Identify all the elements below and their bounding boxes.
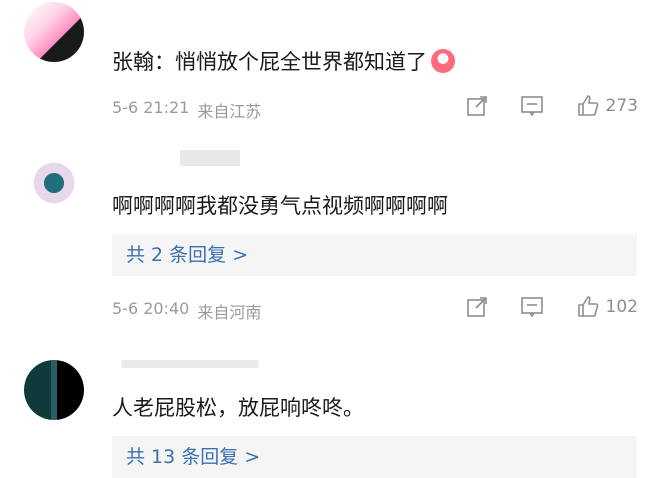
avatar[interactable] xyxy=(24,150,84,210)
view-replies-link[interactable]: 共 2 条回复 > xyxy=(112,234,637,276)
comment-location: 来自江苏 xyxy=(197,102,262,121)
laughing-crying-emoji-icon xyxy=(431,49,455,73)
comment-date: 5-6 20:40 xyxy=(112,299,190,318)
comment-actions: 273 xyxy=(466,94,638,118)
comment-text: 人老屁股松，放屁响咚咚。 xyxy=(112,396,364,420)
comment-icon xyxy=(520,95,544,117)
view-replies-link[interactable]: 共 13 条回复 > xyxy=(112,436,637,478)
share-icon xyxy=(466,296,488,318)
comment-meta: 5-6 20:40 来自河南 xyxy=(112,299,261,323)
comment-date: 5-6 21:21 xyxy=(112,98,190,117)
username-mask xyxy=(100,360,280,368)
comment-meta: 5-6 21:21 来自江苏 xyxy=(112,98,261,122)
share-button[interactable] xyxy=(466,296,488,318)
avatar[interactable] xyxy=(24,2,84,62)
comment-text-content: 张翰：悄悄放个屁全世界都知道了 xyxy=(112,50,427,74)
username-mask xyxy=(100,0,300,16)
comment-text: 啊啊啊啊我都没勇气点视频啊啊啊啊 xyxy=(112,194,448,218)
like-count: 102 xyxy=(605,297,638,317)
share-icon xyxy=(466,95,488,117)
like-button[interactable]: 273 xyxy=(576,94,638,118)
comment-location: 来自河南 xyxy=(197,303,262,322)
username-mask xyxy=(100,150,300,166)
comment-button[interactable] xyxy=(520,95,544,117)
like-count: 273 xyxy=(605,96,638,116)
comment-actions: 102 xyxy=(466,295,638,319)
comment-icon xyxy=(520,296,544,318)
comment-button[interactable] xyxy=(520,296,544,318)
comment-text: 张翰：悄悄放个屁全世界都知道了 xyxy=(112,46,455,76)
like-button[interactable]: 102 xyxy=(576,295,638,319)
avatar[interactable] xyxy=(24,360,84,420)
share-button[interactable] xyxy=(466,95,488,117)
thumbs-up-icon xyxy=(576,295,600,319)
thumbs-up-icon xyxy=(576,94,600,118)
